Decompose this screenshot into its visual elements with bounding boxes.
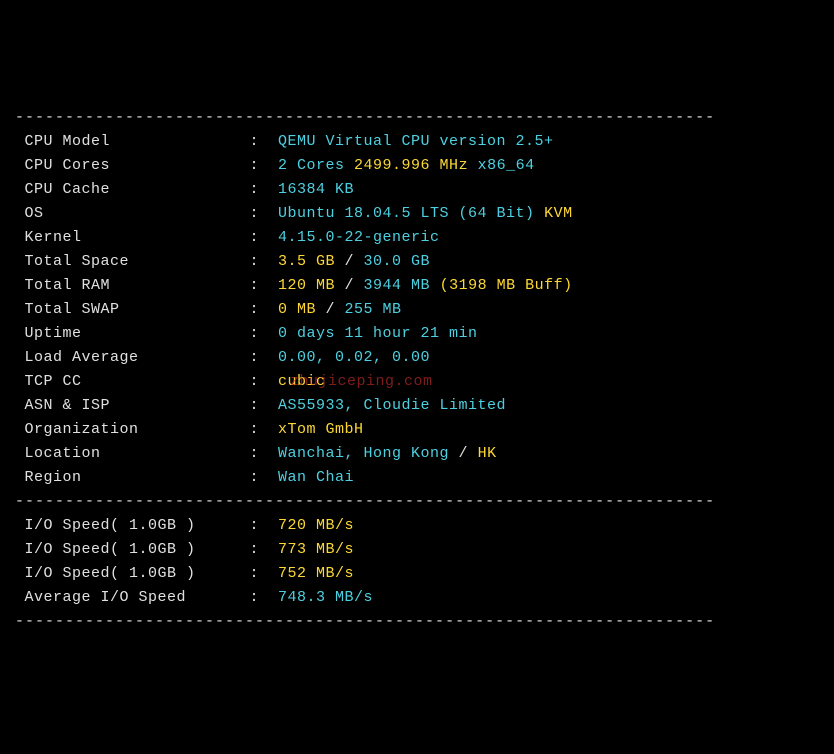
- io_rows-label: I/O Speed( 1.0GB ): [15, 562, 240, 586]
- rows-label: Total SWAP: [15, 298, 240, 322]
- rows-row: Load Average : 0.00, 0.02, 0.00: [15, 346, 819, 370]
- rows-row: ASN & ISP : AS55933, Cloudie Limited: [15, 394, 819, 418]
- rows-row: Kernel : 4.15.0-22-generic: [15, 226, 819, 250]
- colon: :: [240, 325, 278, 342]
- rows-value-segment: [535, 205, 545, 222]
- io_rows-row: Average I/O Speed : 748.3 MB/s: [15, 586, 819, 610]
- rows-label: Region: [15, 466, 240, 490]
- colon: :: [240, 253, 278, 270]
- rows-label: OS: [15, 202, 240, 226]
- rows-value-segment: Wan Chai: [278, 469, 354, 486]
- colon: :: [240, 157, 278, 174]
- rows-value-segment: AS55933, Cloudie Limited: [278, 397, 506, 414]
- rows-value-segment: 2 Cores: [278, 157, 345, 174]
- rows-value-segment: 30.0 GB: [364, 253, 431, 270]
- rows-value-segment: 0 MB: [278, 301, 316, 318]
- rows-label: ASN & ISP: [15, 394, 240, 418]
- rows-row: Region : Wan Chai: [15, 466, 819, 490]
- colon: :: [240, 229, 278, 246]
- colon: :: [240, 517, 278, 534]
- rows-value-segment: 16384 KB: [278, 181, 354, 198]
- colon: :: [240, 397, 278, 414]
- divider: ----------------------------------------…: [15, 106, 819, 130]
- divider: ----------------------------------------…: [15, 490, 819, 514]
- io_rows-label: I/O Speed( 1.0GB ): [15, 514, 240, 538]
- colon: :: [240, 541, 278, 558]
- rows-label: Organization: [15, 418, 240, 442]
- rows-label: Location: [15, 442, 240, 466]
- rows-row: CPU Cores : 2 Cores 2499.996 MHz x86_64: [15, 154, 819, 178]
- rows-label: CPU Model: [15, 130, 240, 154]
- rows-value-segment: x86_64: [478, 157, 535, 174]
- colon: :: [240, 421, 278, 438]
- colon: :: [240, 277, 278, 294]
- io_rows-value-segment: 752 MB/s: [278, 565, 354, 582]
- rows-value-segment: /: [335, 277, 364, 294]
- rows-row: Location : Wanchai, Hong Kong / HK: [15, 442, 819, 466]
- colon: :: [240, 445, 278, 462]
- colon: :: [240, 349, 278, 366]
- rows-value-segment: 0.00, 0.02, 0.00: [278, 349, 430, 366]
- rows-value-segment: [345, 157, 355, 174]
- colon: :: [240, 181, 278, 198]
- rows-value-segment: /: [449, 445, 478, 462]
- rows-value-segment: /: [316, 301, 345, 318]
- rows-value-segment: 0 days 11 hour 21 min: [278, 325, 478, 342]
- rows-value-segment: 2499.996 MHz: [354, 157, 468, 174]
- rows-value-segment: 4.15.0-22-generic: [278, 229, 440, 246]
- rows-label: TCP CC: [15, 370, 240, 394]
- colon: :: [240, 373, 278, 390]
- rows-value-segment: 3944 MB: [364, 277, 431, 294]
- rows-value-segment: /: [335, 253, 364, 270]
- rows-value-segment: 3.5 GB: [278, 253, 335, 270]
- rows-value-segment: QEMU Virtual CPU version 2.5+: [278, 133, 554, 150]
- rows-label: CPU Cores: [15, 154, 240, 178]
- io_rows-value-segment: 748.3 MB/s: [278, 589, 373, 606]
- colon: :: [240, 205, 278, 222]
- rows-row: Total Space : 3.5 GB / 30.0 GB: [15, 250, 819, 274]
- rows-value-segment: xTom GmbH: [278, 421, 364, 438]
- io_rows-row: I/O Speed( 1.0GB ) : 773 MB/s: [15, 538, 819, 562]
- colon: :: [240, 301, 278, 318]
- rows-value-segment: (3198 MB Buff): [440, 277, 573, 294]
- colon: :: [240, 565, 278, 582]
- rows-row: CPU Model : QEMU Virtual CPU version 2.5…: [15, 130, 819, 154]
- colon: :: [240, 133, 278, 150]
- rows-label: Load Average: [15, 346, 240, 370]
- io_rows-label: I/O Speed( 1.0GB ): [15, 538, 240, 562]
- colon: :: [240, 589, 278, 606]
- rows-label: Kernel: [15, 226, 240, 250]
- io_rows-row: I/O Speed( 1.0GB ) : 752 MB/s: [15, 562, 819, 586]
- io_rows-value-segment: 773 MB/s: [278, 541, 354, 558]
- rows-row: Total SWAP : 0 MB / 255 MB: [15, 298, 819, 322]
- rows-row: TCP CC : cubiczhujiceping.com: [15, 370, 819, 394]
- rows-value-segment: [468, 157, 478, 174]
- io_rows-value-segment: 720 MB/s: [278, 517, 354, 534]
- rows-value-segment: KVM: [544, 205, 573, 222]
- divider: ----------------------------------------…: [15, 610, 819, 634]
- rows-row: Organization : xTom GmbH: [15, 418, 819, 442]
- rows-value-segment: 255 MB: [345, 301, 402, 318]
- rows-value-segment: Ubuntu 18.04.5 LTS (64 Bit): [278, 205, 535, 222]
- rows-value-segment: cubic: [278, 373, 326, 390]
- rows-label: Total Space: [15, 250, 240, 274]
- rows-row: Uptime : 0 days 11 hour 21 min: [15, 322, 819, 346]
- rows-row: Total RAM : 120 MB / 3944 MB (3198 MB Bu…: [15, 274, 819, 298]
- rows-row: OS : Ubuntu 18.04.5 LTS (64 Bit) KVM: [15, 202, 819, 226]
- rows-value-segment: HK: [478, 445, 497, 462]
- colon: :: [240, 469, 278, 486]
- rows-label: Uptime: [15, 322, 240, 346]
- io_rows-label: Average I/O Speed: [15, 586, 240, 610]
- rows-label: CPU Cache: [15, 178, 240, 202]
- rows-value-segment: 120 MB: [278, 277, 335, 294]
- rows-label: Total RAM: [15, 274, 240, 298]
- rows-value-segment: [430, 277, 440, 294]
- rows-value-segment: Wanchai, Hong Kong: [278, 445, 449, 462]
- rows-row: CPU Cache : 16384 KB: [15, 178, 819, 202]
- io_rows-row: I/O Speed( 1.0GB ) : 720 MB/s: [15, 514, 819, 538]
